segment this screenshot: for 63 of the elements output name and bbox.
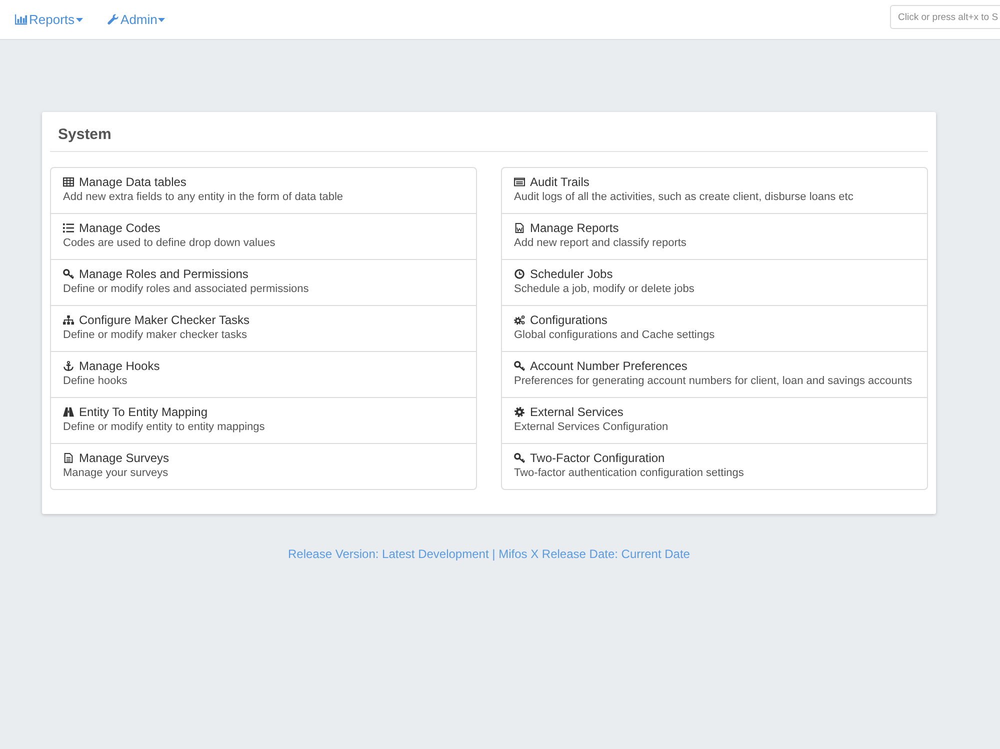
item-title: External Services (530, 404, 624, 420)
system-menu-item[interactable]: Manage Reports Add new report and classify reports (502, 213, 927, 259)
item-description: Codes are used to define drop down values (63, 236, 276, 251)
caret-icon (76, 18, 83, 22)
item-title: Audit Trails (530, 174, 590, 190)
item-description: Add new extra fields to any entity in the form of data table (63, 190, 344, 205)
search-field[interactable]: Click or press alt+x to S (890, 5, 1000, 29)
caret-icon (158, 18, 166, 22)
item-title: Account Number Preferences (530, 358, 688, 374)
item-title: Manage Roles and Permissions (79, 266, 248, 282)
road-icon (63, 407, 74, 417)
panel-title: System (50, 112, 928, 152)
table-icon (63, 177, 74, 187)
item-description: Preferences for generating account numbers for client, loan and savings accounts (514, 374, 914, 389)
item-title: Manage Surveys (79, 450, 170, 466)
system-menu-item[interactable]: Account Number Preferences Preferences for generating account numbers for client, loan and savings accounts (502, 351, 927, 397)
gears-icon (514, 315, 525, 325)
release-info: Release Version: Latest Development | Mifos X Release Date: Current Date (288, 547, 690, 561)
item-description: Add new report and classify reports (514, 236, 688, 251)
system-menu-item[interactable]: Audit Trails Audit logs of all the activities, such as create client, disburse loans etc (502, 168, 927, 213)
item-description: Define or modify roles and associated permissions (63, 282, 310, 297)
system-menu-item[interactable]: Configure Maker Checker Tasks Define or modify maker checker tasks (51, 305, 476, 351)
item-title: Two-Factor Configuration (530, 450, 665, 466)
system-menu-item[interactable]: Manage Surveys Manage your surveys (51, 443, 476, 489)
system-menu-item[interactable]: Two-Factor Configuration Two-factor authentication configuration settings (502, 443, 927, 489)
key-icon (63, 269, 74, 279)
system-menu-item[interactable]: Manage Data tables Add new extra fields to any entity in the form of data table (51, 168, 476, 213)
item-description: Audit logs of all the activities, such as create client, disburse loans etc (514, 190, 854, 205)
anchor-icon (63, 361, 74, 371)
item-title: Configure Maker Checker Tasks (79, 312, 250, 328)
item-description: Define or modify maker checker tasks (63, 328, 248, 343)
item-title: Configurations (530, 312, 608, 328)
window-list-icon (514, 177, 525, 187)
document-icon (63, 453, 74, 463)
key-icon (514, 361, 525, 371)
system-menu-item[interactable]: Manage Codes Codes are used to define drop down values (51, 213, 476, 259)
system-menu-item[interactable]: Manage Roles and Permissions Define or modify roles and associated permissions (51, 259, 476, 305)
item-title: Scheduler Jobs (530, 266, 613, 282)
system-menu-item[interactable]: Manage Hooks Define hooks (51, 351, 476, 397)
item-title: Manage Codes (79, 220, 160, 236)
item-title: Manage Reports (530, 220, 619, 236)
item-title: Manage Hooks (79, 358, 160, 374)
key-icon (514, 453, 525, 463)
clock-icon (514, 269, 525, 279)
settings-icon (514, 407, 525, 417)
item-description: Manage your surveys (63, 466, 170, 481)
word-document-icon (514, 223, 525, 233)
system-menu-item[interactable]: Configurations Global configurations and Cache settings (502, 305, 927, 351)
item-description: External Services Configuration (514, 420, 670, 435)
sitemap-icon (63, 315, 74, 325)
system-menu-item[interactable]: Scheduler Jobs Schedule a job, modify or delete jobs (502, 259, 927, 305)
item-description: Global configurations and Cache settings (514, 328, 716, 343)
bar-chart-icon (15, 14, 27, 25)
item-description: Define or modify entity to entity mappings (63, 420, 266, 435)
item-description: Schedule a job, modify or delete jobs (514, 282, 696, 297)
system-menu-item[interactable]: Entity To Entity Mapping Define or modify entity to entity mappings (51, 397, 476, 443)
system-menu-item[interactable]: External Services External Services Configuration (502, 397, 927, 443)
item-title: Entity To Entity Mapping (79, 404, 208, 420)
item-title: Manage Data tables (79, 174, 186, 190)
wrench-icon (106, 14, 119, 25)
list-icon (63, 223, 74, 233)
item-description: Define hooks (63, 374, 128, 389)
item-description: Two-factor authentication configuration settings (514, 466, 745, 481)
